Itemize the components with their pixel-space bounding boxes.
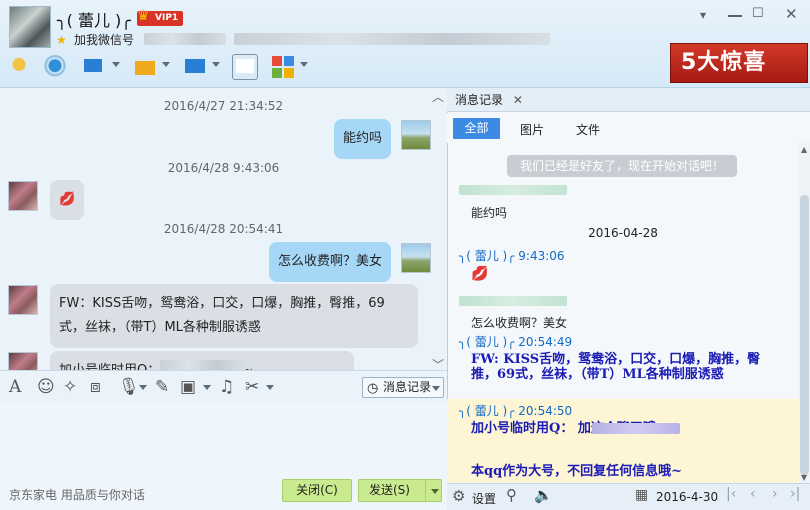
- clock-icon: ◷: [367, 381, 379, 396]
- search-icon[interactable]: ⚲: [506, 486, 517, 504]
- sent-message[interactable]: 怎么收费啊？美女: [269, 242, 392, 282]
- blurred-sender: [459, 185, 567, 195]
- filter-images[interactable]: 图片: [520, 121, 544, 138]
- message-timestamp: 2016/4/28 20:54:41: [163, 222, 284, 236]
- voice-icon[interactable]: 🎙: [118, 377, 140, 397]
- history-message[interactable]: 💋: [471, 266, 488, 282]
- contact-avatar[interactable]: [8, 285, 38, 315]
- blurred-signature: [144, 33, 226, 45]
- tab-label: 消息记录: [455, 93, 504, 107]
- chevron-down-icon[interactable]: [431, 489, 439, 494]
- chevron-down-icon[interactable]: [266, 385, 274, 390]
- send-button[interactable]: 发送(S): [358, 479, 442, 502]
- history-sender[interactable]: ╮( 蕾儿 )╭ 20:54:50: [459, 402, 572, 419]
- send-divider: [425, 479, 426, 502]
- history-message[interactable]: 怎么收费啊？美女: [471, 314, 567, 331]
- message-timestamp: 2016/4/28 9:43:06: [167, 161, 280, 175]
- crown-icon: ♛: [137, 8, 150, 24]
- promo-banner[interactable]: 5大惊喜: [670, 43, 808, 83]
- chevron-down-icon: [432, 386, 440, 391]
- ad-text[interactable]: 京东家电 用品质与你对话: [9, 486, 145, 503]
- chevron-down-icon[interactable]: [203, 385, 211, 390]
- scrollbar-thumb[interactable]: [800, 195, 809, 475]
- blurred-qq-number: [592, 423, 680, 434]
- chevron-down-icon[interactable]: [139, 385, 147, 390]
- star-icon: ★: [56, 33, 67, 47]
- font-icon[interactable]: A: [9, 377, 21, 397]
- tab-message-history[interactable]: 消息记录 ✕: [455, 91, 523, 108]
- blurred-signature: [234, 33, 550, 45]
- sender-name: ╮( 蕾儿 )╭: [459, 404, 515, 418]
- remote-desktop-icon[interactable]: [182, 54, 208, 80]
- history-message[interactable]: 本qq作为大号，不回复任何信息哦~: [471, 464, 771, 479]
- chevron-down-icon[interactable]: [212, 62, 220, 67]
- history-message[interactable]: FW: KISS舌吻，鸳鸯浴，口交，口爆，胸推，臀推，69式，丝袜，（带T）ML…: [471, 352, 771, 382]
- next-page-icon[interactable]: ›: [772, 486, 778, 502]
- close-icon[interactable]: ✕: [785, 5, 799, 23]
- edit-icon[interactable]: ✎: [155, 377, 169, 397]
- blurred-qq-number: [160, 360, 246, 370]
- scroll-up-icon[interactable]: ▲: [801, 145, 807, 154]
- history-date: 2016-04-28: [588, 226, 658, 240]
- chevron-down-icon[interactable]: [300, 62, 308, 67]
- contact-avatar[interactable]: [8, 181, 38, 211]
- gear-icon[interactable]: ⚙: [452, 487, 465, 505]
- file-transfer-icon[interactable]: [132, 54, 158, 80]
- history-sender[interactable]: ╮( 蕾儿 )╭ 9:43:06: [459, 247, 565, 264]
- settings-label[interactable]: 设置: [472, 490, 496, 507]
- history-sender[interactable]: ╮( 蕾儿 )╭ 20:54:49: [459, 333, 572, 350]
- blurred-sender: [459, 296, 567, 306]
- chat-history[interactable]: ︿ 2016/4/27 21:34:52 能约吗 2016/4/28 9:43:…: [0, 88, 447, 370]
- filter-files[interactable]: 文件: [576, 121, 600, 138]
- my-avatar[interactable]: [401, 120, 431, 150]
- magic-wand-icon[interactable]: ✧: [63, 377, 77, 397]
- image-icon[interactable]: ▣: [180, 377, 196, 397]
- maximize-icon[interactable]: ☐: [752, 6, 766, 21]
- add-chat-icon[interactable]: [232, 54, 258, 80]
- prev-page-icon[interactable]: ‹: [750, 486, 756, 502]
- contact-avatar[interactable]: [9, 6, 51, 48]
- received-message[interactable]: FW：KISS舌吻，鸳鸯浴，口交，口爆，胸推，臀推，69式，丝袜，（带T）ML各…: [50, 284, 418, 348]
- sender-time: 20:54:50: [518, 404, 573, 418]
- message-timestamp: 2016/4/27 21:34:52: [163, 99, 284, 113]
- message-history-label: 消息记录: [383, 380, 432, 394]
- expand-icon[interactable]: ﹀: [432, 356, 444, 370]
- apps-grid-icon[interactable]: [270, 54, 296, 80]
- close-button[interactable]: 关闭(C): [282, 479, 352, 502]
- received-message[interactable]: 💋: [50, 180, 85, 220]
- music-icon[interactable]: ♫: [219, 377, 234, 397]
- signature-text: 加我微信号: [74, 33, 135, 47]
- chevron-down-icon[interactable]: [112, 62, 120, 67]
- sender-time: 20:54:49: [518, 335, 573, 349]
- sender-name: ╮( 蕾儿 )╭: [459, 249, 515, 263]
- emoji-icon[interactable]: ☺: [37, 377, 55, 397]
- scroll-down-icon[interactable]: ▼: [801, 473, 807, 482]
- shake-icon[interactable]: ⧈: [90, 377, 101, 397]
- scissors-icon[interactable]: ✂: [245, 377, 259, 397]
- sender-time: 9:43:06: [518, 249, 565, 263]
- last-page-icon[interactable]: ›|: [790, 486, 800, 502]
- calendar-icon[interactable]: ▦: [635, 487, 648, 503]
- history-filter-bar: [447, 113, 810, 143]
- history-date-value[interactable]: 2016-4-30: [656, 490, 718, 504]
- presentation-icon[interactable]: [80, 54, 106, 80]
- speaker-icon[interactable]: 🔈: [534, 486, 553, 504]
- sender-name: ╮( 蕾儿 )╭: [459, 335, 515, 349]
- filter-all[interactable]: 全部: [453, 118, 500, 139]
- video-camera-icon[interactable]: [42, 54, 68, 80]
- sent-message[interactable]: 能约吗: [334, 119, 392, 159]
- minimize-icon[interactable]: ▾: [700, 8, 714, 22]
- message-history-button[interactable]: ◷ 消息记录: [362, 377, 444, 398]
- first-page-icon[interactable]: |‹: [726, 486, 736, 502]
- system-notice: 我们已经是好友了，现在开始对话吧！: [507, 155, 737, 177]
- contact-name[interactable]: ╮( 蕾儿 )╭: [57, 7, 131, 31]
- chevron-down-icon[interactable]: [162, 62, 170, 67]
- contact-avatar[interactable]: [8, 352, 38, 370]
- microphone-icon[interactable]: [6, 54, 32, 80]
- minimize-bar-icon[interactable]: [728, 15, 742, 17]
- history-message[interactable]: 能约吗: [471, 204, 507, 221]
- my-avatar[interactable]: [401, 243, 431, 273]
- close-tab-icon[interactable]: ✕: [513, 93, 523, 107]
- send-label: 发送(S): [369, 483, 410, 497]
